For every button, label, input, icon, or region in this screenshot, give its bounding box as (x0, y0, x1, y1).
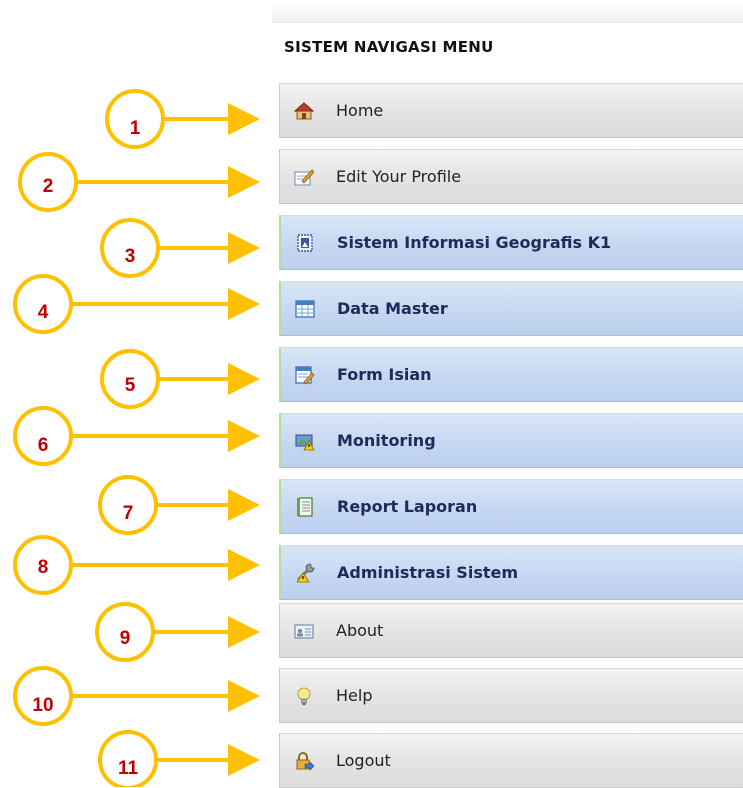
lock-logout-icon (294, 751, 315, 771)
annotation-8: 8 (13, 535, 260, 595)
annotation-number: 9 (120, 628, 131, 649)
annotation-number: 8 (38, 557, 49, 578)
annotation-7: 7 (98, 475, 260, 535)
report-book-icon (295, 497, 315, 517)
home-icon (293, 101, 315, 121)
menu-item-label: Administrasi Sistem (337, 563, 519, 582)
id-card-icon (294, 621, 314, 641)
annotation-6: 6 (13, 406, 260, 466)
map-icon (295, 233, 315, 253)
menu-item-data-master[interactable]: Data Master (279, 281, 743, 336)
monitor-warning-icon (295, 431, 315, 451)
menu-item-label: Help (336, 686, 373, 705)
annotation-number: 6 (38, 435, 49, 456)
lightbulb-icon (294, 686, 314, 706)
menu-item-label: Logout (336, 751, 391, 770)
annotation-2: 2 (18, 152, 260, 212)
menu-item-label: Edit Your Profile (336, 167, 462, 186)
menu-item-monitoring[interactable]: Monitoring (279, 413, 743, 468)
menu-item-label: Form Isian (337, 365, 432, 384)
annotation-number: 3 (125, 246, 136, 267)
menu-item-administrasi-sistem[interactable]: Administrasi Sistem (279, 545, 743, 600)
annotation-1: 1 (105, 89, 260, 149)
menu-item-home[interactable]: Home (279, 83, 743, 138)
menu-item-sig-k1[interactable]: Sistem Informasi Geografis K1 (279, 215, 743, 270)
annotation-9: 9 (95, 602, 260, 662)
annotation-number: 2 (43, 176, 54, 197)
edit-profile-icon (294, 167, 315, 187)
annotation-11: 11 (98, 730, 260, 787)
menu-item-label: Report Laporan (337, 497, 478, 516)
annotation-number: 11 (118, 758, 139, 779)
annotation-number: 10 (32, 695, 53, 716)
menu-item-label: Data Master (337, 299, 448, 318)
menu-item-about[interactable]: About (279, 603, 743, 658)
menu-item-report-laporan[interactable]: Report Laporan (279, 479, 743, 534)
table-icon (295, 299, 315, 319)
menu-item-label: About (336, 621, 384, 640)
annotation-number: 7 (123, 503, 134, 524)
menu-item-label: Sistem Informasi Geografis K1 (337, 233, 612, 252)
annotation-4: 4 (13, 274, 260, 334)
top-bar (272, 0, 743, 23)
annotation-number: 1 (130, 118, 141, 139)
annotation-number: 4 (38, 302, 49, 323)
form-edit-icon (295, 365, 315, 385)
wrench-warning-icon (295, 563, 315, 583)
menu-item-form-isian[interactable]: Form Isian (279, 347, 743, 402)
menu-title: SISTEM NAVIGASI MENU (284, 38, 494, 56)
menu-item-edit-profile[interactable]: Edit Your Profile (279, 149, 743, 204)
annotation-5: 5 (100, 349, 260, 409)
menu-item-label: Monitoring (337, 431, 436, 450)
menu-item-help[interactable]: Help (279, 668, 743, 723)
annotation-10: 10 (13, 666, 260, 726)
menu-item-label: Home (336, 101, 384, 120)
annotation-number: 5 (125, 375, 136, 396)
annotation-3: 3 (100, 218, 260, 278)
menu-item-logout[interactable]: Logout (279, 733, 743, 788)
